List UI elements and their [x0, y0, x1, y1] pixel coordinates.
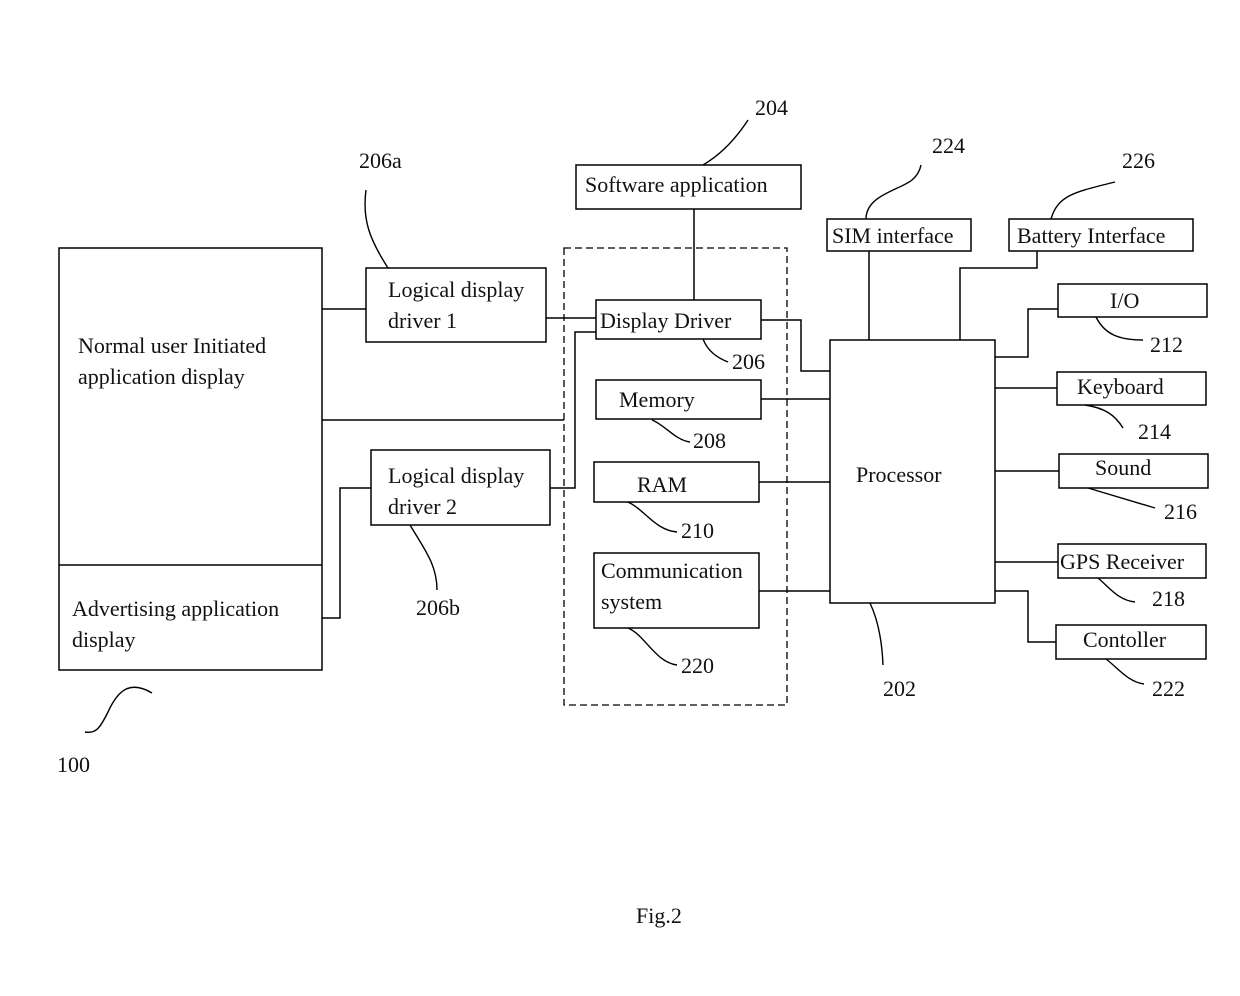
- sound: Sound: [1058, 453, 1209, 489]
- wire-processor-io: [995, 308, 1058, 358]
- comm-label-line2: system: [601, 589, 662, 614]
- io-label: I/O: [1110, 288, 1139, 313]
- normal-display-label-line2: application display: [78, 364, 245, 389]
- logical-display-driver-2: Logical display driver 2: [370, 449, 551, 526]
- battery-ref-leader: [1050, 181, 1116, 220]
- sound-ref-leader: [1087, 487, 1156, 509]
- gps-receiver: GPS Receiver: [1057, 543, 1207, 579]
- ram-label: RAM: [637, 472, 687, 497]
- controller-label: Contoller: [1083, 627, 1167, 652]
- memory-ref-leader: [651, 419, 691, 443]
- keyboard-ref-label: 214: [1138, 419, 1171, 444]
- processor-label: Processor: [856, 462, 942, 487]
- normal-display-label-line1: Normal user Initiated: [78, 333, 266, 358]
- device-ref-label: 100: [57, 752, 90, 777]
- ldd2-label-line2: driver 2: [388, 494, 457, 519]
- io-ref-leader: [1095, 316, 1144, 341]
- block-diagram: Normal user Initiated application displa…: [57, 95, 1209, 928]
- display-driver-label: Display Driver: [600, 308, 732, 333]
- comm-ref-label: 220: [681, 653, 714, 678]
- gps-ref-label: 218: [1152, 586, 1185, 611]
- io: I/O: [1057, 283, 1208, 318]
- processor-ref-label: 202: [883, 676, 916, 701]
- sim-interface: SIM interface: [826, 218, 972, 252]
- memory-label: Memory: [619, 387, 695, 412]
- wire-battery-processor: [959, 251, 1038, 340]
- controller-ref-leader: [1105, 658, 1145, 685]
- sound-label: Sound: [1095, 455, 1151, 480]
- sim-ref-label: 224: [932, 133, 965, 158]
- display-driver-ref-leader: [702, 338, 729, 363]
- display-driver: Display Driver: [595, 299, 762, 340]
- controller-ref-label: 222: [1152, 676, 1185, 701]
- display-driver-ref-label: 206: [732, 349, 765, 374]
- ram-ref-leader: [627, 501, 678, 533]
- keyboard-ref-leader: [1084, 404, 1124, 429]
- ldd1-label-line2: driver 1: [388, 308, 457, 333]
- wire-ldd2-display-driver: [550, 331, 596, 489]
- sound-ref-label: 216: [1164, 499, 1197, 524]
- communication-system: Communication system: [593, 552, 760, 629]
- ldd1-label-line1: Logical display: [388, 277, 524, 302]
- software-ref-leader: [702, 119, 749, 166]
- ldd1-ref-leader: [364, 189, 389, 269]
- keyboard-label: Keyboard: [1077, 374, 1164, 399]
- gps-ref-leader: [1097, 577, 1136, 603]
- figure-caption: Fig.2: [636, 903, 682, 928]
- processor: Processor: [829, 339, 996, 604]
- device-ref-leader: [84, 686, 153, 734]
- ram-ref-label: 210: [681, 518, 714, 543]
- memory: Memory: [595, 379, 762, 420]
- comm-label-line1: Communication: [601, 558, 743, 583]
- ad-display-label-line2: display: [72, 627, 136, 652]
- battery-ref-label: 226: [1122, 148, 1155, 173]
- sim-ref-leader: [865, 164, 922, 220]
- keyboard: Keyboard: [1056, 371, 1207, 406]
- battery-interface: Battery Interface: [1008, 218, 1194, 252]
- software-application: Software application: [575, 164, 802, 210]
- wire-processor-controller: [995, 590, 1056, 643]
- ram: RAM: [593, 461, 760, 503]
- ldd2-ref-leader: [409, 524, 438, 591]
- ldd2-ref-label: 206b: [416, 595, 460, 620]
- wire-ad-display-ldd2: [322, 487, 371, 619]
- ad-display-label-line1: Advertising application: [72, 596, 279, 621]
- software-ref-label: 204: [755, 95, 788, 120]
- ldd1-ref-label: 206a: [359, 148, 402, 173]
- ldd2-label-line1: Logical display: [388, 463, 524, 488]
- io-ref-label: 212: [1150, 332, 1183, 357]
- wire-display-driver-processor: [761, 319, 830, 372]
- memory-ref-label: 208: [693, 428, 726, 453]
- software-label: Software application: [585, 172, 768, 197]
- device-display: Normal user Initiated application displa…: [58, 247, 323, 671]
- comm-ref-leader: [627, 627, 678, 666]
- controller: Contoller: [1055, 624, 1207, 660]
- gps-label: GPS Receiver: [1060, 549, 1185, 574]
- battery-label: Battery Interface: [1017, 223, 1165, 248]
- sim-label: SIM interface: [832, 223, 954, 248]
- logical-display-driver-1: Logical display driver 1: [365, 267, 547, 343]
- processor-ref-leader: [869, 602, 884, 666]
